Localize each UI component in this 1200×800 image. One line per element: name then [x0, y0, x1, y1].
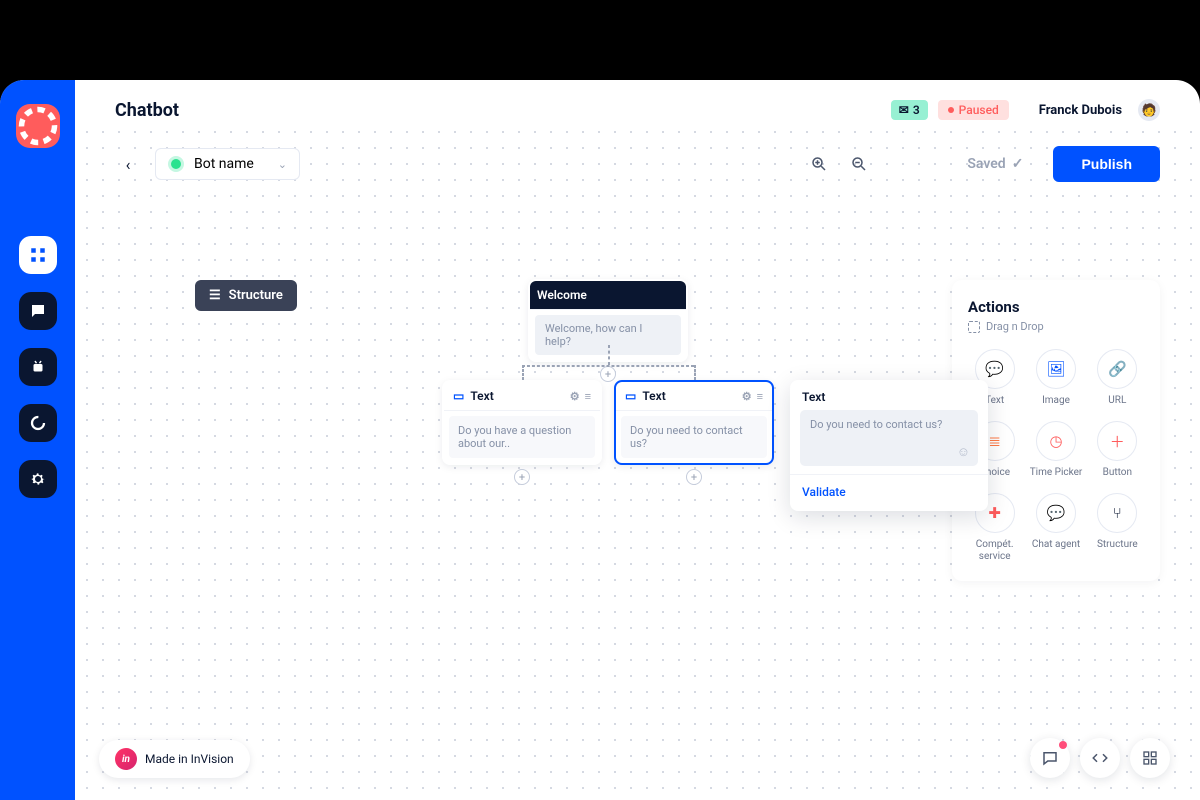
actions-title: Actions — [968, 298, 1144, 316]
action-icon: ⑂ — [1097, 493, 1137, 533]
text-icon: ▭ — [453, 389, 464, 403]
action-structure[interactable]: ⑂ Structure — [1091, 493, 1144, 563]
code-button[interactable] — [1080, 738, 1120, 778]
action-icon: 💬 — [1036, 493, 1076, 533]
node-title: Text — [642, 389, 665, 403]
action-button[interactable]: ＋ Button — [1091, 421, 1144, 479]
gear-icon[interactable] — [19, 460, 57, 498]
node-title: Welcome — [530, 281, 686, 310]
add-child-button[interactable]: + — [514, 469, 530, 485]
notification-dot-icon — [1059, 741, 1067, 749]
grid-button[interactable] — [1130, 738, 1170, 778]
action-icon: 🖼 — [1036, 349, 1076, 389]
action-label: Compét. service — [968, 539, 1021, 563]
app-window: Chatbot ✉ 3 Paused Franck Dubois 🧑 ‹ Bot… — [0, 80, 1200, 800]
action-url[interactable]: 🔗 URL — [1091, 349, 1144, 407]
action-label: Button — [1103, 467, 1132, 479]
main-area: Chatbot ✉ 3 Paused Franck Dubois 🧑 ‹ Bot… — [75, 80, 1200, 800]
text-icon: ▭ — [625, 389, 636, 403]
gear-icon[interactable]: ⚙ — [570, 390, 580, 403]
action-image[interactable]: 🖼 Image — [1029, 349, 1082, 407]
chat-icon[interactable] — [19, 292, 57, 330]
structure-button[interactable]: ☰ Structure — [195, 280, 297, 311]
add-child-button[interactable]: + — [686, 469, 702, 485]
edit-title: Text — [790, 380, 988, 410]
menu-icon[interactable]: ≡ — [757, 390, 763, 403]
action-icon: ◷ — [1036, 421, 1076, 461]
invision-logo-icon: in — [115, 748, 137, 770]
menu-icon[interactable]: ≡ — [585, 390, 591, 403]
add-child-button[interactable]: + — [600, 366, 616, 382]
action-label: Image — [1042, 395, 1070, 407]
gear-icon[interactable]: ⚙ — [742, 390, 752, 403]
edit-panel: Text Do you need to contact us? ☺ Valida… — [790, 380, 988, 511]
action-icon: 🔗 — [1097, 349, 1137, 389]
action-time-picker[interactable]: ◷ Time Picker — [1029, 421, 1082, 479]
apps-icon[interactable] — [19, 236, 57, 274]
action-chat-agent[interactable]: 💬 Chat agent — [1029, 493, 1082, 563]
node-body: Do you have a question about our.. — [449, 416, 595, 458]
node-text-2[interactable]: ▭ Text ⚙≡ Do you need to contact us? + — [614, 380, 774, 465]
edit-textarea[interactable]: Do you need to contact us? ☺ — [800, 410, 978, 466]
node-title: Text — [470, 389, 493, 403]
action-label: Time Picker — [1030, 467, 1083, 479]
sidebar — [0, 80, 75, 800]
action-label: URL — [1108, 395, 1126, 407]
node-text-1[interactable]: ▭ Text ⚙ ≡ Do you have a question about o… — [442, 380, 602, 465]
comments-button[interactable] — [1030, 738, 1070, 778]
invision-badge[interactable]: in Made in InVision — [99, 740, 250, 778]
validate-button[interactable]: Validate — [790, 474, 988, 511]
spinner-icon[interactable] — [19, 404, 57, 442]
list-icon: ☰ — [209, 288, 221, 303]
action-label: Structure — [1097, 539, 1138, 551]
drag-icon — [968, 321, 980, 333]
logo-icon[interactable] — [16, 104, 60, 148]
node-body: Do you need to contact us? — [621, 416, 767, 458]
fab-row — [1030, 738, 1170, 778]
action-icon: ＋ — [1097, 421, 1137, 461]
android-icon[interactable] — [19, 348, 57, 386]
dnd-hint: Drag n Drop — [968, 320, 1144, 333]
emoji-icon[interactable]: ☺ — [957, 444, 970, 460]
action-label: Chat agent — [1032, 539, 1080, 551]
